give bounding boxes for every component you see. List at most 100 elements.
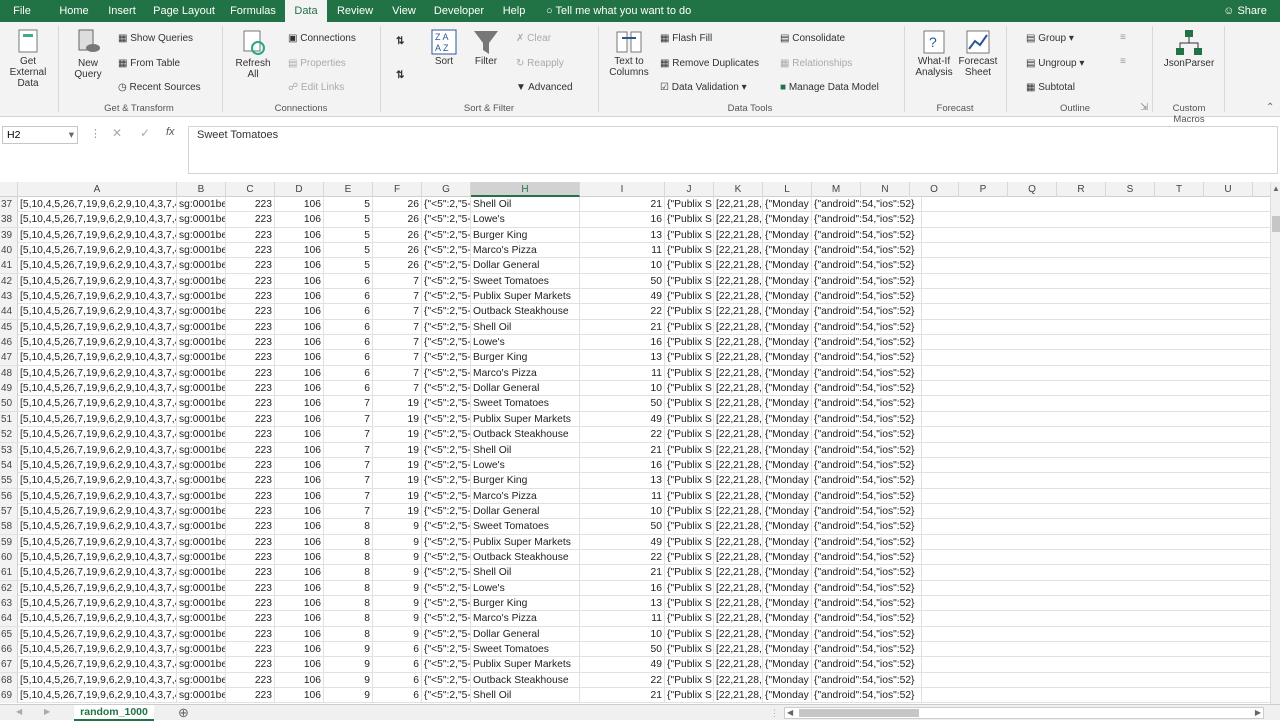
cell-b[interactable]: sg:0001be xyxy=(177,411,226,427)
cell-h[interactable]: Sweet Tomatoes xyxy=(471,396,580,412)
cell-m[interactable]: {"android":54,"ios":52} xyxy=(812,427,922,443)
cell-b[interactable]: sg:0001be xyxy=(177,396,226,412)
cell-h[interactable]: Lowe's xyxy=(471,212,580,228)
cell-d[interactable]: 106 xyxy=(275,534,324,550)
column-header-j[interactable]: J xyxy=(665,182,714,197)
cell-i[interactable]: 13 xyxy=(580,595,665,611)
cell-e[interactable]: 6 xyxy=(324,381,373,397)
properties-button[interactable]: ▤ Properties xyxy=(288,58,346,69)
cell-d[interactable]: 106 xyxy=(275,396,324,412)
cell-a[interactable]: [5,10,4,5,26,7,19,9,6,2,9,10,4,3,7,4 xyxy=(18,212,177,228)
hscroll-thumb[interactable] xyxy=(799,709,919,717)
cell-a[interactable]: [5,10,4,5,26,7,19,9,6,2,9,10,4,3,7,4 xyxy=(18,381,177,397)
cell-h[interactable]: Publix Super Markets xyxy=(471,289,580,305)
row-header[interactable]: 60 xyxy=(0,549,18,565)
cell-l[interactable]: {"Monday xyxy=(763,273,812,289)
reapply-button[interactable]: ↻ Reapply xyxy=(516,58,564,69)
filter-button[interactable]: Filter xyxy=(470,28,502,67)
cell-c[interactable]: 223 xyxy=(226,396,275,412)
cell-m[interactable]: {"android":54,"ios":52} xyxy=(812,641,922,657)
cell-e[interactable]: 7 xyxy=(324,488,373,504)
cell-b[interactable]: sg:0001be xyxy=(177,595,226,611)
cell-b[interactable]: sg:0001be xyxy=(177,319,226,335)
cell-b[interactable]: sg:0001be xyxy=(177,365,226,381)
scroll-right-icon[interactable]: ▶ xyxy=(1255,708,1261,717)
cell-g[interactable]: {"<5":2,"5- xyxy=(422,595,471,611)
cell-g[interactable]: {"<5":2,"5- xyxy=(422,289,471,305)
cell-h[interactable]: Outback Steakhouse xyxy=(471,672,580,688)
cell-a[interactable]: [5,10,4,5,26,7,19,9,6,2,9,10,4,3,7,4 xyxy=(18,611,177,627)
cell-h[interactable]: Publix Super Markets xyxy=(471,534,580,550)
cell-g[interactable]: {"<5":2,"5- xyxy=(422,534,471,550)
cell-l[interactable]: {"Monday xyxy=(763,396,812,412)
cell-i[interactable]: 50 xyxy=(580,273,665,289)
consolidate-button[interactable]: ▤ Consolidate xyxy=(780,33,845,44)
cell-j[interactable]: {"Publix S xyxy=(665,688,714,703)
cell-j[interactable]: {"Publix S xyxy=(665,565,714,581)
cell-h[interactable]: Shell Oil xyxy=(471,442,580,458)
cell-j[interactable]: {"Publix S xyxy=(665,289,714,305)
cell-a[interactable]: [5,10,4,5,26,7,19,9,6,2,9,10,4,3,7,4 xyxy=(18,227,177,243)
cell-h[interactable]: Burger King xyxy=(471,595,580,611)
cell-g[interactable]: {"<5":2,"5- xyxy=(422,243,471,259)
name-box[interactable]: H2 ▾ xyxy=(2,126,78,144)
cell-g[interactable]: {"<5":2,"5- xyxy=(422,672,471,688)
column-header-e[interactable]: E xyxy=(324,182,373,197)
row-header[interactable]: 50 xyxy=(0,396,18,412)
cell-h[interactable]: Burger King xyxy=(471,227,580,243)
cell-k[interactable]: [22,21,28, xyxy=(714,488,763,504)
cell-m[interactable]: {"android":54,"ios":52} xyxy=(812,442,922,458)
cell-c[interactable]: 223 xyxy=(226,411,275,427)
cell-g[interactable]: {"<5":2,"5- xyxy=(422,688,471,703)
cell-b[interactable]: sg:0001be xyxy=(177,580,226,596)
cell-l[interactable]: {"Monday xyxy=(763,350,812,366)
cell-e[interactable]: 9 xyxy=(324,688,373,703)
cell-e[interactable]: 8 xyxy=(324,626,373,642)
cell-k[interactable]: [22,21,28, xyxy=(714,595,763,611)
cell-e[interactable]: 9 xyxy=(324,657,373,673)
cell-k[interactable]: [22,21,28, xyxy=(714,381,763,397)
cell-l[interactable]: {"Monday xyxy=(763,657,812,673)
cell-h[interactable]: Sweet Tomatoes xyxy=(471,519,580,535)
cell-c[interactable]: 223 xyxy=(226,212,275,228)
cell-k[interactable]: [22,21,28, xyxy=(714,197,763,212)
column-header-r[interactable]: R xyxy=(1057,182,1106,197)
cell-e[interactable]: 5 xyxy=(324,243,373,259)
column-header-d[interactable]: D xyxy=(275,182,324,197)
cell-f[interactable]: 19 xyxy=(373,503,422,519)
insert-function-icon[interactable]: fx xyxy=(166,126,175,138)
cell-b[interactable]: sg:0001be xyxy=(177,197,226,212)
cell-f[interactable]: 7 xyxy=(373,273,422,289)
cell-g[interactable]: {"<5":2,"5- xyxy=(422,442,471,458)
cell-i[interactable]: 49 xyxy=(580,657,665,673)
cell-k[interactable]: [22,21,28, xyxy=(714,657,763,673)
cell-k[interactable]: [22,21,28, xyxy=(714,258,763,274)
cell-f[interactable]: 6 xyxy=(373,672,422,688)
cell-l[interactable]: {"Monday xyxy=(763,381,812,397)
cell-i[interactable]: 10 xyxy=(580,381,665,397)
row-header[interactable]: 53 xyxy=(0,442,18,458)
cell-b[interactable]: sg:0001be xyxy=(177,534,226,550)
sort-button[interactable]: Z AA Z Sort xyxy=(428,28,460,67)
tab-review[interactable]: Review xyxy=(334,0,376,22)
cell-d[interactable]: 106 xyxy=(275,611,324,627)
cell-m[interactable]: {"android":54,"ios":52} xyxy=(812,258,922,274)
cell-d[interactable]: 106 xyxy=(275,427,324,443)
sheet-tab-random-1000[interactable]: random_1000 xyxy=(74,705,154,721)
cell-b[interactable]: sg:0001be xyxy=(177,657,226,673)
prev-sheet-icon[interactable]: ◀ xyxy=(16,707,22,716)
row-header[interactable]: 67 xyxy=(0,657,18,673)
row-header[interactable]: 56 xyxy=(0,488,18,504)
cell-b[interactable]: sg:0001be xyxy=(177,503,226,519)
cell-k[interactable]: [22,21,28, xyxy=(714,580,763,596)
cell-l[interactable]: {"Monday xyxy=(763,335,812,351)
row-header[interactable]: 37 xyxy=(0,197,18,212)
cell-f[interactable]: 7 xyxy=(373,304,422,320)
select-all-corner[interactable] xyxy=(0,182,18,197)
cell-d[interactable]: 106 xyxy=(275,381,324,397)
cell-d[interactable]: 106 xyxy=(275,473,324,489)
cell-e[interactable]: 6 xyxy=(324,289,373,305)
cell-f[interactable]: 7 xyxy=(373,381,422,397)
row-header[interactable]: 63 xyxy=(0,595,18,611)
tab-page-layout[interactable]: Page Layout xyxy=(150,0,218,22)
